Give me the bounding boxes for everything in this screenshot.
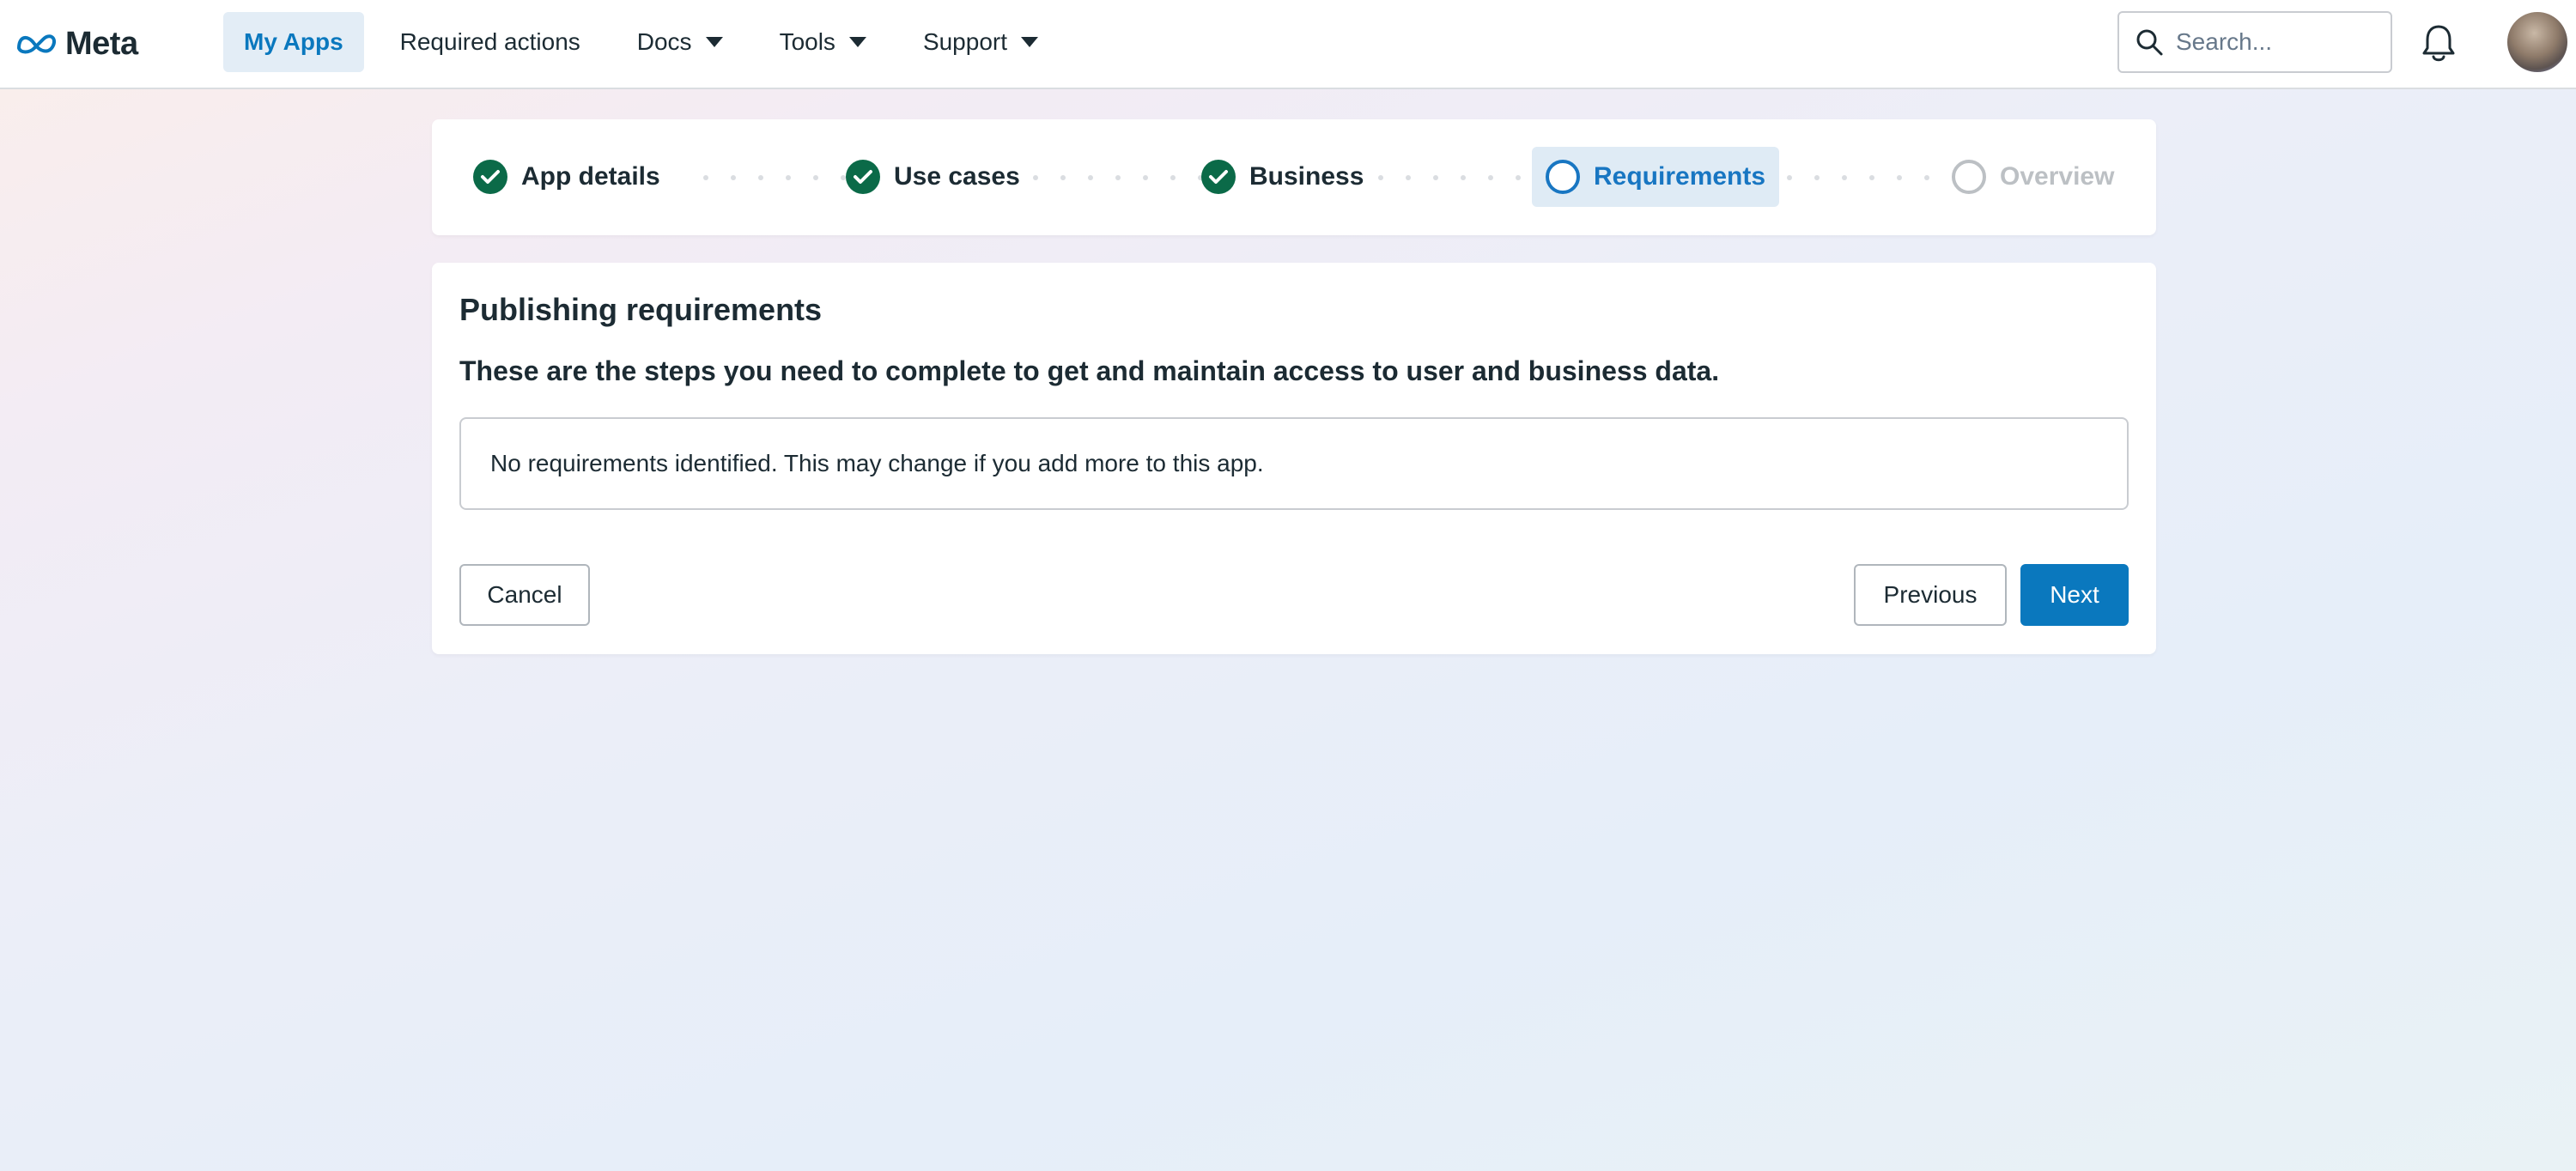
caret-down-icon: [705, 37, 723, 47]
search-input[interactable]: [2176, 28, 2382, 56]
publishing-requirements-card: Publishing requirements These are the st…: [432, 263, 2156, 654]
current-step-circle-icon: [1546, 160, 1580, 194]
nav-label: Docs: [636, 28, 692, 55]
step-label: Use cases: [894, 162, 1020, 191]
page-subtitle: These are the steps you need to complete…: [459, 355, 1720, 386]
search-icon: [2136, 29, 2163, 56]
step-label: Requirements: [1594, 162, 1766, 191]
step-label: App details: [521, 162, 660, 191]
caret-down-icon: [848, 37, 866, 47]
step-overview[interactable]: Overview: [1952, 147, 2114, 207]
step-connector: [1787, 175, 1929, 180]
bell-icon[interactable]: [2420, 22, 2458, 64]
nav-label: Required actions: [399, 28, 580, 55]
main-nav: My Apps Required actions Docs Tools Supp…: [223, 12, 1074, 72]
step-label: Business: [1249, 162, 1364, 191]
step-app-details[interactable]: App details: [473, 147, 660, 207]
page-title: Publishing requirements: [459, 292, 823, 327]
nav-label: Tools: [779, 28, 835, 55]
nav-docs[interactable]: Docs: [617, 12, 744, 72]
top-navigation-bar: Meta My Apps Required actions Docs Tools…: [0, 0, 2576, 89]
cancel-button[interactable]: Cancel: [459, 564, 590, 626]
nav-tools[interactable]: Tools: [759, 12, 887, 72]
requirements-notice: No requirements identified. This may cha…: [459, 417, 2129, 510]
meta-logo[interactable]: Meta: [15, 22, 138, 65]
check-circle-icon: [1201, 160, 1236, 194]
check-circle-icon: [473, 160, 507, 194]
step-use-cases[interactable]: Use cases: [846, 147, 1020, 207]
user-avatar[interactable]: [2507, 12, 2567, 72]
nav-support[interactable]: Support: [902, 12, 1059, 72]
check-circle-icon: [846, 160, 880, 194]
search-box[interactable]: [2117, 11, 2392, 73]
step-connector: [1033, 175, 1203, 180]
nav-required-actions[interactable]: Required actions: [380, 12, 601, 72]
logo-text: Meta: [65, 25, 138, 62]
nav-my-apps[interactable]: My Apps: [223, 12, 364, 72]
nav-label: My Apps: [244, 28, 343, 55]
step-connector: [1378, 175, 1521, 180]
step-label: Overview: [2000, 162, 2115, 191]
empty-circle-icon: [1952, 160, 1986, 194]
caret-down-icon: [1021, 37, 1039, 47]
next-button[interactable]: Next: [2020, 564, 2129, 626]
nav-label: Support: [922, 28, 1008, 55]
step-requirements[interactable]: Requirements: [1532, 147, 1780, 207]
notice-text: No requirements identified. This may cha…: [490, 450, 1264, 476]
step-connector: [703, 175, 846, 180]
previous-button[interactable]: Previous: [1854, 564, 2007, 626]
meta-infinity-icon: [16, 34, 56, 54]
setup-stepper: App details Use cases Business Requireme…: [432, 119, 2156, 235]
step-business[interactable]: Business: [1201, 147, 1364, 207]
